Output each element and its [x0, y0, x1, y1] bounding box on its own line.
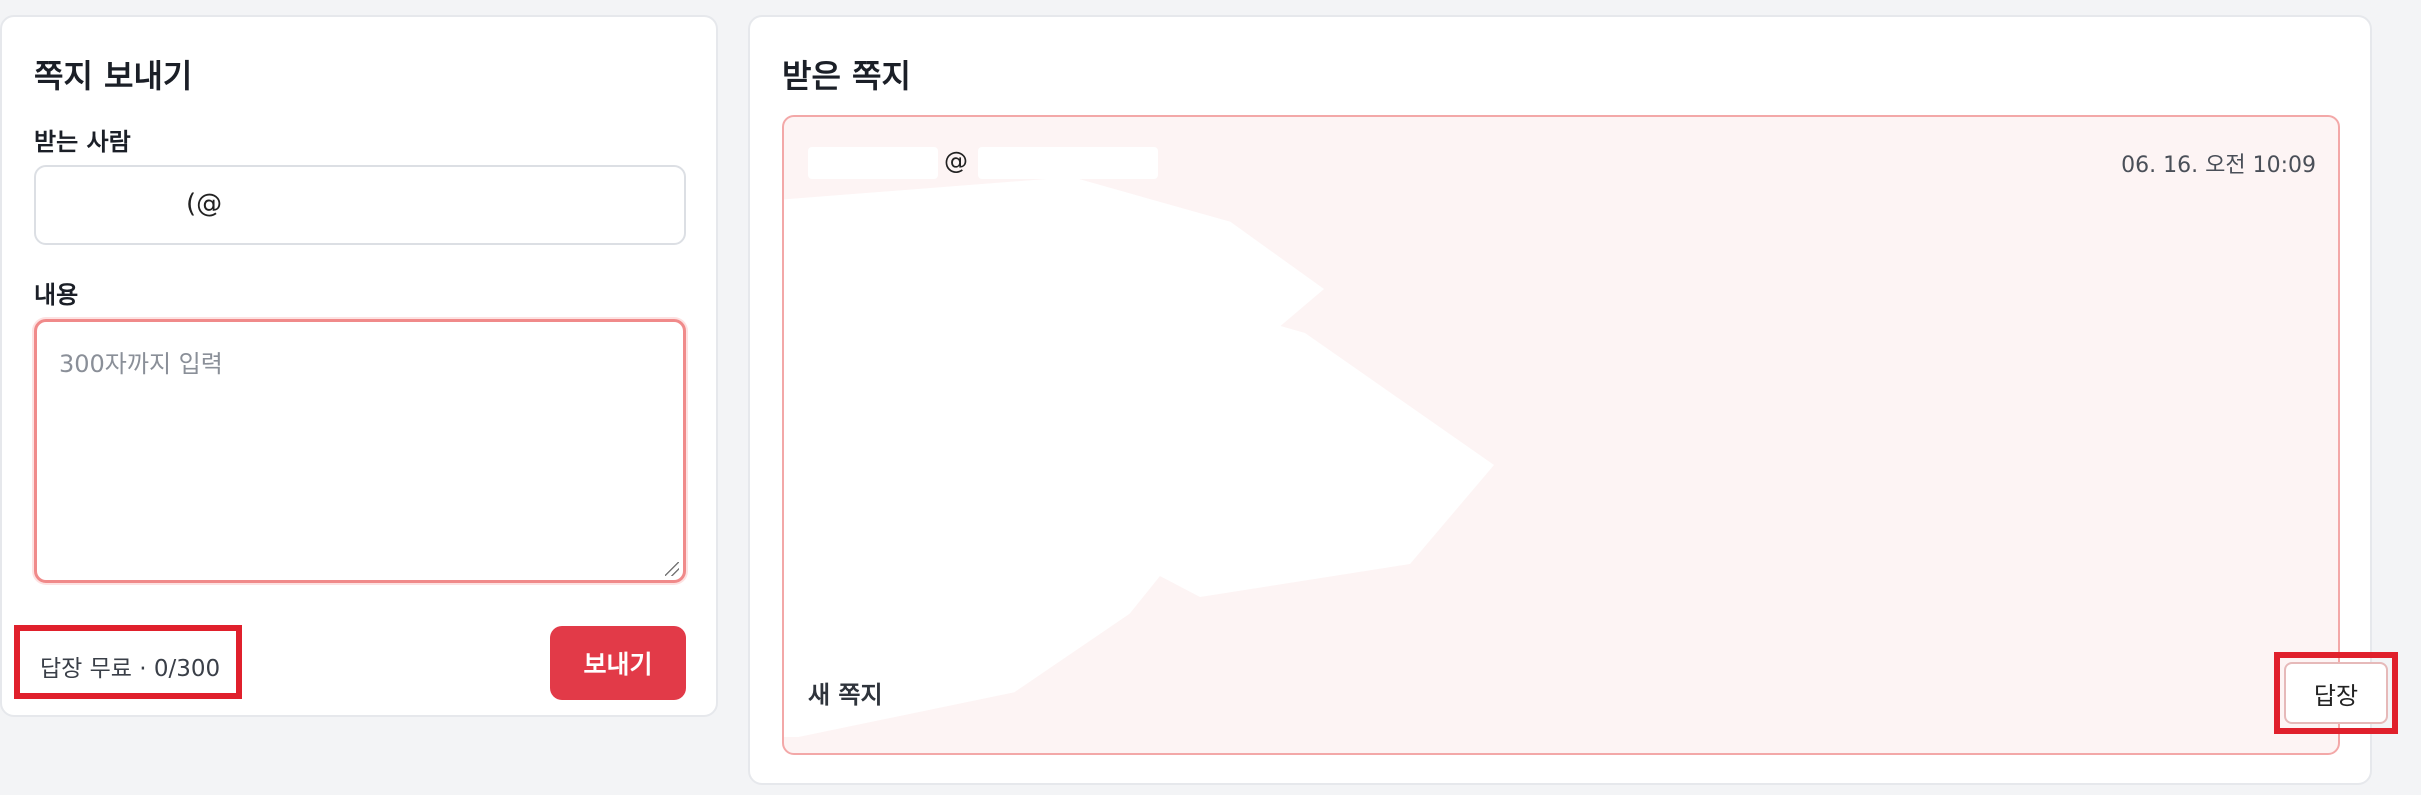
recipient-redaction [74, 189, 184, 225]
inbox-title: 받은 쪽지 [782, 57, 911, 95]
recipient-redaction-2 [226, 189, 386, 225]
send-button[interactable]: 보내기 [550, 626, 686, 700]
resize-handle-icon[interactable] [665, 562, 679, 576]
reply-highlight: 답장 [2274, 652, 2398, 734]
reply-button[interactable]: 답장 [2284, 662, 2388, 724]
recipient-value: (@ [186, 189, 223, 219]
message-item[interactable]: @ 06. 16. 오전 10:09 전 가 겠 요.😭한뜨 지 가 0 강 어… [782, 115, 2398, 755]
inbox-panel: 받은 쪽지 @ 06. 16. 오전 10:09 전 가 겠 요.😭한뜨 지 가… [748, 15, 2398, 785]
recipient-field[interactable]: (@ [34, 165, 686, 245]
char-count-hint: 답장 무료 · 0/300 [14, 625, 242, 699]
compose-title: 쪽지 보내기 [34, 57, 193, 95]
message-timestamp: 06. 16. 오전 10:09 [2121, 153, 2316, 178]
compose-panel: 쪽지 보내기 받는 사람 (@ 내용 300자까지 입력 답장 무료 · 0/3… [0, 15, 718, 717]
char-count-text: 답장 무료 · 0/300 [40, 656, 221, 682]
recipient-label: 받는 사람 [34, 128, 131, 156]
content-placeholder: 300자까지 입력 [59, 350, 223, 378]
new-message-label: 새 쪽지 [808, 681, 883, 709]
content-textarea[interactable]: 300자까지 입력 [34, 319, 686, 583]
content-label: 내용 [34, 281, 79, 309]
